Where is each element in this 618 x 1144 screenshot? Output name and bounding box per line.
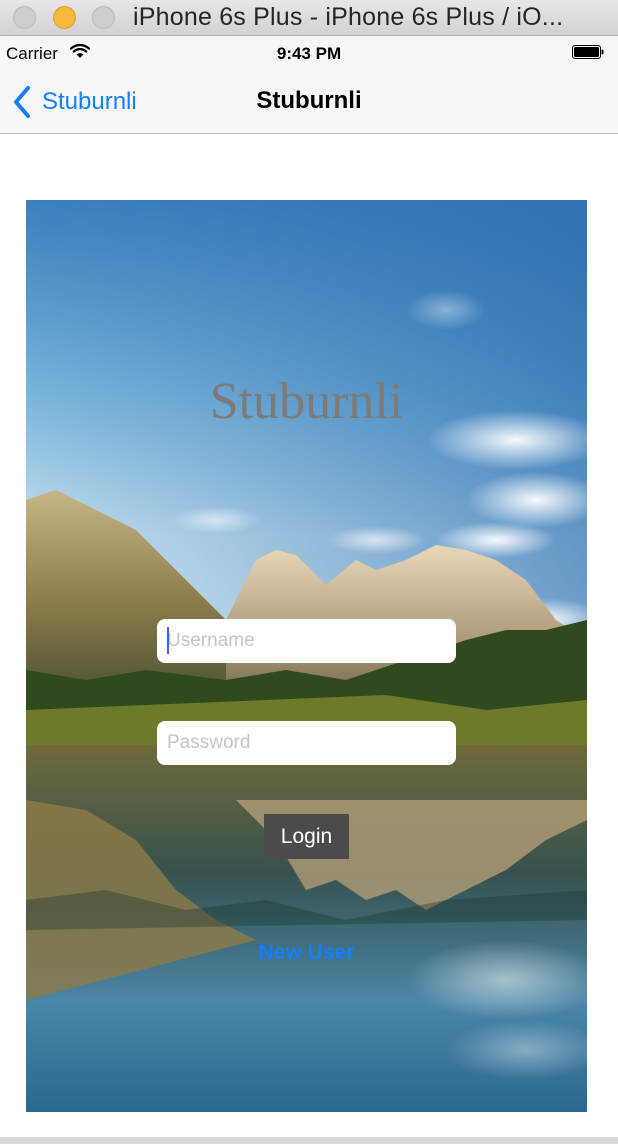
simulator-window: iPhone 6s Plus - iPhone 6s Plus / iO... … [0, 0, 618, 1144]
login-button[interactable]: Login [264, 814, 349, 859]
window-bottom-edge [0, 1137, 618, 1144]
status-bar: Carrier 9:43 PM [0, 36, 618, 70]
zoom-window-button[interactable] [92, 6, 115, 29]
password-input[interactable] [157, 721, 456, 765]
app-title: Stuburnli [209, 373, 404, 430]
login-background: Stuburnli Login New User [26, 200, 587, 1112]
text-cursor [167, 627, 169, 654]
window-title-bar: iPhone 6s Plus - iPhone 6s Plus / iO... [0, 0, 618, 36]
minimize-window-button[interactable] [53, 6, 76, 29]
navigation-bar: Stuburnli Stuburnli [0, 70, 618, 134]
new-user-button[interactable]: New User [26, 940, 587, 966]
nav-title: Stuburnli [256, 87, 362, 114]
username-input[interactable] [157, 619, 456, 663]
battery-icon [572, 45, 604, 59]
status-time: 9:43 PM [276, 44, 342, 63]
close-window-button[interactable] [13, 6, 36, 29]
window-title: iPhone 6s Plus - iPhone 6s Plus / iO... [133, 3, 564, 31]
